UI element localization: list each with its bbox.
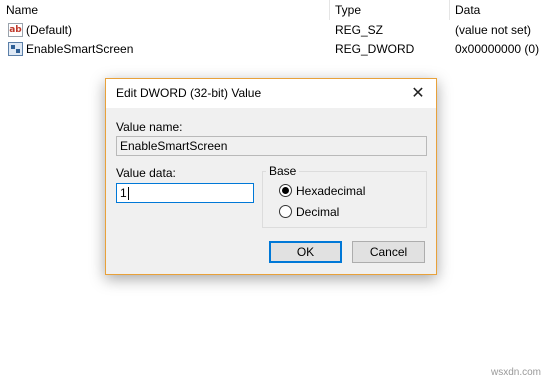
base-label: Base (266, 164, 300, 178)
dialog-titlebar[interactable]: Edit DWORD (32-bit) Value ✕ (106, 79, 436, 108)
radio-selected-icon (279, 184, 292, 197)
watermark: wsxdn.com (490, 367, 541, 378)
radio-unselected-icon (279, 205, 292, 218)
ok-button[interactable]: OK (269, 241, 342, 263)
value-type: REG_DWORD (335, 42, 415, 56)
close-icon[interactable]: ✕ (400, 79, 436, 108)
registry-row-default[interactable]: ab (Default) REG_SZ (value not set) (0, 21, 547, 40)
value-data-label: Value data: (116, 166, 176, 180)
column-header-data[interactable]: Data (449, 0, 547, 20)
string-value-icon: ab (8, 23, 23, 37)
value-name-field[interactable]: EnableSmartScreen (116, 136, 427, 156)
column-header-name[interactable]: Name (0, 0, 329, 20)
decimal-label: Decimal (296, 205, 340, 219)
hexadecimal-label: Hexadecimal (296, 184, 366, 198)
edit-dword-dialog: Edit DWORD (32-bit) Value ✕ Value name: … (105, 78, 437, 275)
column-header-type[interactable]: Type (329, 0, 449, 20)
cancel-button[interactable]: Cancel (352, 241, 425, 263)
value-type: REG_SZ (335, 23, 384, 37)
dialog-title: Edit DWORD (32-bit) Value (116, 86, 262, 100)
value-data-input[interactable]: 1 (116, 183, 254, 203)
base-groupbox (262, 171, 427, 228)
value-data: (value not set) (455, 23, 532, 37)
value-data-text: 1 (120, 186, 127, 200)
registry-row-enablesmartscreen[interactable]: EnableSmartScreen REG_DWORD 0x00000000 (… (0, 40, 547, 59)
binary-value-icon (8, 42, 23, 56)
text-caret (127, 187, 129, 201)
value-data: 0x00000000 (0) (455, 42, 540, 56)
column-header: Name Type Data (0, 0, 547, 20)
value-name-label: Value name: (116, 120, 183, 134)
value-name: EnableSmartScreen (26, 42, 134, 56)
value-name: (Default) (26, 23, 73, 37)
